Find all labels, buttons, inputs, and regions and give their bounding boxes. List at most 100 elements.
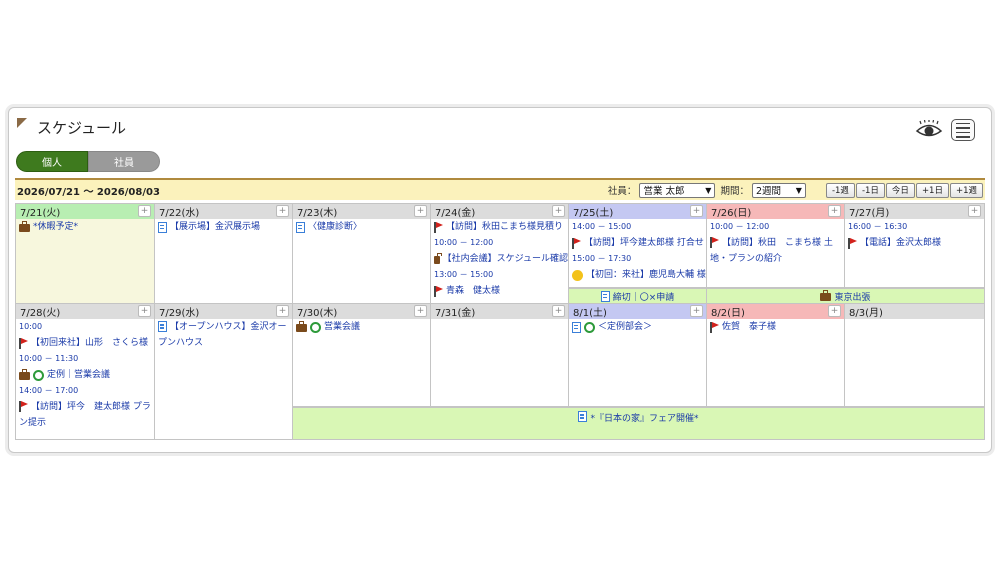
- add-event-button[interactable]: +: [690, 205, 703, 217]
- prev-day-button[interactable]: -1日: [855, 182, 885, 198]
- day-header: 7/24(金) +: [431, 204, 568, 219]
- multi-day-event[interactable]: 締切｜〇×申請: [569, 288, 707, 304]
- recycle-icon: [584, 321, 595, 333]
- employee-value: 営業 太郎: [643, 186, 685, 197]
- employee-label: 社員：: [607, 186, 637, 197]
- day-cell[interactable]: 8/2(日) + 佐賀 泰子様: [707, 304, 845, 407]
- next-week-button[interactable]: +1週: [949, 182, 983, 198]
- day-cell[interactable]: 8/3(月): [845, 304, 984, 407]
- event[interactable]: 【展示場】金沢展示場: [155, 219, 292, 235]
- prev-week-button[interactable]: -1週: [825, 182, 855, 198]
- day-cell[interactable]: 7/27(月) + 16:00 － 16:30 【電話】金沢太郎様: [845, 204, 984, 288]
- day-cell[interactable]: 7/26(日) + 10:00 － 12:00 【訪問】秋田 こまち様 土地・プラ…: [707, 204, 845, 288]
- event[interactable]: ＜定例部会＞: [569, 319, 706, 335]
- day-cell[interactable]: 7/25(土) + 14:00 － 15:00 【訪問】坪今建太郎様 打合せ 15…: [569, 204, 707, 288]
- add-event-button[interactable]: +: [828, 305, 841, 317]
- event-time: 13:00 － 15:00: [434, 270, 494, 279]
- event[interactable]: 【初回来社】山形 さくら様: [16, 335, 154, 351]
- multi-day-event[interactable]: 東京出張: [707, 288, 984, 304]
- building-icon: [572, 321, 581, 333]
- building-icon: [158, 321, 167, 332]
- event-title: 青森 健太様: [446, 286, 501, 296]
- chevron-down-icon: ▼: [705, 185, 712, 195]
- day-header: 7/21(火) +: [16, 204, 154, 219]
- menu-icon[interactable]: [951, 119, 975, 141]
- add-event-button[interactable]: +: [968, 205, 981, 217]
- event[interactable]: 営業会議: [293, 319, 430, 335]
- date-range: 2026/07/21 ～ 2026/08/03: [17, 186, 160, 198]
- event-title: 【訪問】秋田こまち様見積り: [446, 222, 564, 232]
- event[interactable]: 【訪問】秋田 こまち様 土地・プランの紹介: [707, 235, 844, 267]
- event-title: 【訪問】坪今建太郎様 打合せ: [584, 238, 704, 248]
- multi-day-event[interactable]: *『日本の家』フェア開催*: [293, 407, 984, 439]
- event-title: 営業会議: [324, 322, 361, 332]
- event[interactable]: *休暇予定*: [16, 219, 154, 235]
- top-icons: [915, 119, 975, 141]
- event[interactable]: 【オープンハウス】金沢オープンハウス: [155, 319, 292, 351]
- nav-buttons: -1週 -1日 今日 +1日 +1週: [825, 182, 983, 198]
- add-event-button[interactable]: +: [552, 205, 565, 217]
- add-event-button[interactable]: +: [414, 305, 427, 317]
- day-cell[interactable]: 7/28(火) + 10:00 【初回来社】山形 さくら様 10:00 － 11:…: [16, 304, 155, 440]
- staff-tab[interactable]: 社員: [88, 151, 160, 172]
- smile-icon: [572, 269, 583, 281]
- event-title: 定例｜営業会議: [47, 370, 111, 380]
- add-event-button[interactable]: +: [414, 205, 427, 217]
- building-icon: [158, 221, 167, 233]
- day-cell[interactable]: 7/29(水) + 【オープンハウス】金沢オープンハウス: [155, 304, 293, 440]
- period-value: 2週間: [755, 186, 781, 197]
- event[interactable]: 〈健康診断〉: [293, 219, 430, 235]
- personal-tab[interactable]: 個人: [16, 151, 88, 172]
- recycle-icon: [310, 321, 321, 333]
- event[interactable]: 定例｜営業会議: [16, 367, 154, 383]
- day-cell[interactable]: 7/23(木) + 〈健康診断〉: [293, 204, 431, 304]
- flag-icon: [19, 337, 28, 349]
- event[interactable]: 【訪問】坪今建太郎様 打合せ: [569, 235, 706, 251]
- day-label: 7/31(金): [435, 308, 476, 319]
- event[interactable]: 佐賀 泰子様: [707, 319, 844, 335]
- flag-icon: [572, 237, 581, 249]
- event[interactable]: 【電話】金沢太郎様: [845, 235, 984, 251]
- add-event-button[interactable]: +: [138, 305, 151, 317]
- next-day-button[interactable]: +1日: [915, 182, 949, 198]
- event[interactable]: 【訪問】秋田こまち様見積り: [431, 219, 568, 235]
- event-title: 【電話】金沢太郎様: [860, 238, 942, 248]
- day-cell[interactable]: 8/1(土) + ＜定例部会＞: [569, 304, 707, 407]
- briefcase-icon: [434, 253, 442, 264]
- eye-icon[interactable]: [915, 120, 943, 140]
- add-event-button[interactable]: +: [552, 305, 565, 317]
- add-event-button[interactable]: +: [276, 305, 289, 317]
- today-button[interactable]: 今日: [885, 182, 915, 198]
- event[interactable]: 青森 健太様: [431, 283, 568, 299]
- controls: 社員： 営業 太郎 ▼ 期間： 2週間 ▼ -1週 -1日 今日 +1日 +1週: [607, 182, 985, 198]
- flag-icon: [848, 237, 857, 249]
- day-cell[interactable]: 7/21(火) + *休暇予定*: [16, 204, 155, 304]
- event-time: 10:00 － 11:30: [19, 354, 79, 363]
- add-event-button[interactable]: +: [690, 305, 703, 317]
- day-label: 7/28(火): [20, 308, 61, 319]
- add-event-button[interactable]: +: [828, 205, 841, 217]
- title-row: スケジュール: [17, 116, 126, 138]
- event-time: 16:00 － 16:30: [848, 222, 908, 231]
- event[interactable]: 【初回：来社】鹿児島大輔 様: [569, 267, 706, 283]
- event[interactable]: 【訪問】坪今 建太郎様 プラン提示: [16, 399, 154, 431]
- day-header: 8/2(日) +: [707, 304, 844, 319]
- event-time: 10:00: [19, 322, 43, 331]
- day-cell[interactable]: 7/30(木) + 営業会議: [293, 304, 431, 407]
- day-cell[interactable]: 7/31(金) +: [431, 304, 569, 407]
- building-icon: [296, 221, 305, 233]
- event-title: 【初回：来社】鹿児島大輔 様: [586, 270, 706, 280]
- day-header: 7/30(木) +: [293, 304, 430, 319]
- event-time: 10:00 － 12:00: [434, 238, 494, 247]
- day-cell[interactable]: 7/24(金) + 【訪問】秋田こまち様見積り 10:00 － 12:00 【社内…: [431, 204, 569, 304]
- event[interactable]: 【社内会議】スケジュール確認: [431, 251, 568, 267]
- event-time: 14:00 － 17:00: [19, 386, 79, 395]
- employee-select[interactable]: 営業 太郎 ▼: [639, 182, 716, 198]
- add-event-button[interactable]: +: [276, 205, 289, 217]
- day-label: 7/21(火): [20, 208, 61, 219]
- day-cell[interactable]: 7/22(水) + 【展示場】金沢展示場: [155, 204, 293, 304]
- period-select[interactable]: 2週間 ▼: [751, 182, 806, 198]
- add-event-button[interactable]: +: [138, 205, 151, 217]
- event-title: 佐賀 泰子様: [722, 322, 777, 332]
- view-toggle: 個人 社員: [16, 151, 160, 172]
